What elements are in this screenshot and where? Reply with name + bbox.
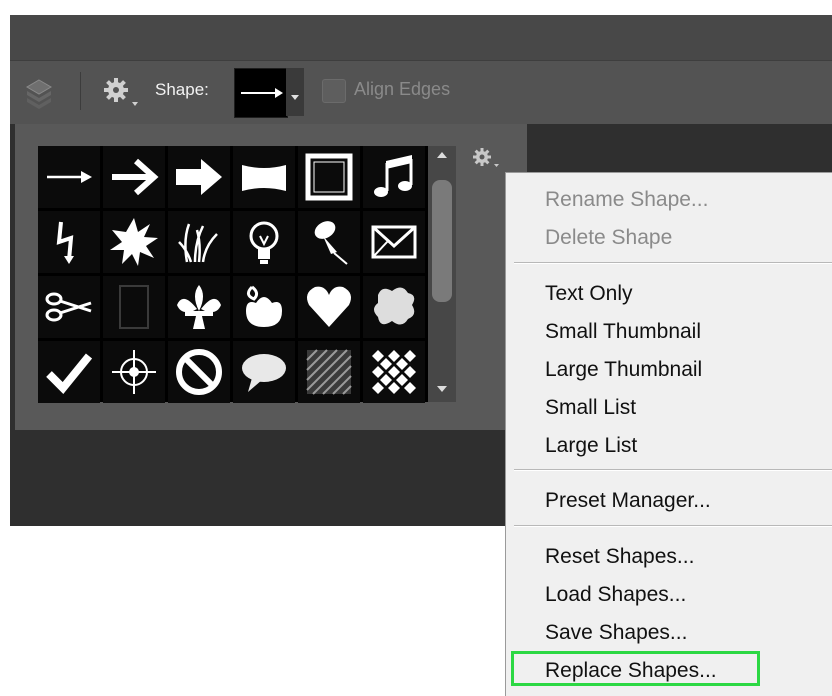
shape-music-note-icon[interactable] xyxy=(363,146,425,208)
shape-blank-frame-icon[interactable] xyxy=(103,276,165,338)
menu-separator xyxy=(514,525,832,527)
menu-item-small-thumbnail[interactable]: Small Thumbnail xyxy=(545,319,701,345)
shape-envelope-icon[interactable] xyxy=(363,211,425,273)
shape-speech-bubble-icon[interactable] xyxy=(233,341,295,403)
shape-hatch-square-icon[interactable] xyxy=(298,341,360,403)
menu-item-reset-shapes[interactable]: Reset Shapes... xyxy=(545,544,694,570)
shape-grass-icon[interactable] xyxy=(168,211,230,273)
scroll-down-arrow-icon[interactable] xyxy=(437,386,447,392)
shape-fleur-de-lis-icon[interactable] xyxy=(168,276,230,338)
shape-lightbulb-icon[interactable] xyxy=(233,211,295,273)
menu-item-load-shapes[interactable]: Load Shapes... xyxy=(545,582,686,608)
shape-picker-dropdown[interactable] xyxy=(286,68,304,116)
shape-heart-icon[interactable] xyxy=(298,276,360,338)
shape-label: Shape: xyxy=(155,80,209,99)
shape-checkerboard-icon[interactable] xyxy=(363,341,425,403)
menu-item-rename-shape: Rename Shape... xyxy=(545,188,709,211)
gear-icon[interactable] xyxy=(100,75,144,109)
shape-grid-scrollbar[interactable] xyxy=(428,146,456,402)
shape-scissors-icon[interactable] xyxy=(38,276,100,338)
menu-item-save-shapes[interactable]: Save Shapes... xyxy=(545,620,687,646)
shape-pushpin-icon[interactable] xyxy=(298,211,360,273)
menu-item-large-thumbnail[interactable]: Large Thumbnail xyxy=(545,357,702,383)
shape-picker-swatch[interactable] xyxy=(234,68,288,118)
shape-ornament-icon[interactable] xyxy=(233,276,295,338)
scroll-up-arrow-icon[interactable] xyxy=(437,152,447,158)
menu-separator xyxy=(514,262,832,264)
menu-item-text-only[interactable]: Text Only xyxy=(545,281,633,307)
shape-banner-icon[interactable] xyxy=(233,146,295,208)
app-title-bar xyxy=(10,15,832,60)
shape-target-icon[interactable] xyxy=(103,341,165,403)
shape-puzzle-splat-icon[interactable] xyxy=(363,276,425,338)
shape-lightning-icon[interactable] xyxy=(38,211,100,273)
align-edges-label: Align Edges xyxy=(354,79,451,99)
shape-frame-icon[interactable] xyxy=(298,146,360,208)
shape-starburst-icon[interactable] xyxy=(103,211,165,273)
shape-checkmark-icon[interactable] xyxy=(38,341,100,403)
menu-item-preset-manager[interactable]: Preset Manager... xyxy=(545,488,711,514)
shape-arrow-block-icon[interactable] xyxy=(168,146,230,208)
menu-item-small-list[interactable]: Small List xyxy=(545,395,636,421)
shape-panel-menu: Rename Shape... Delete Shape Text Only S… xyxy=(505,172,832,696)
menu-item-large-list[interactable]: Large List xyxy=(545,433,637,459)
menu-item-delete-shape: Delete Shape xyxy=(545,226,673,249)
align-edges-checkbox[interactable] xyxy=(322,79,346,103)
toolbar-divider xyxy=(80,72,81,110)
shape-arrow-bold-icon[interactable] xyxy=(103,146,165,208)
shape-no-symbol-icon[interactable] xyxy=(168,341,230,403)
scroll-thumb[interactable] xyxy=(432,180,452,302)
replace-shapes-highlight xyxy=(511,651,760,686)
shape-grid xyxy=(38,146,428,403)
panel-menu-gear-icon[interactable] xyxy=(470,146,504,172)
menu-separator xyxy=(514,469,832,471)
layers-icon[interactable] xyxy=(22,76,56,110)
shape-arrow-thin-icon[interactable] xyxy=(38,146,100,208)
